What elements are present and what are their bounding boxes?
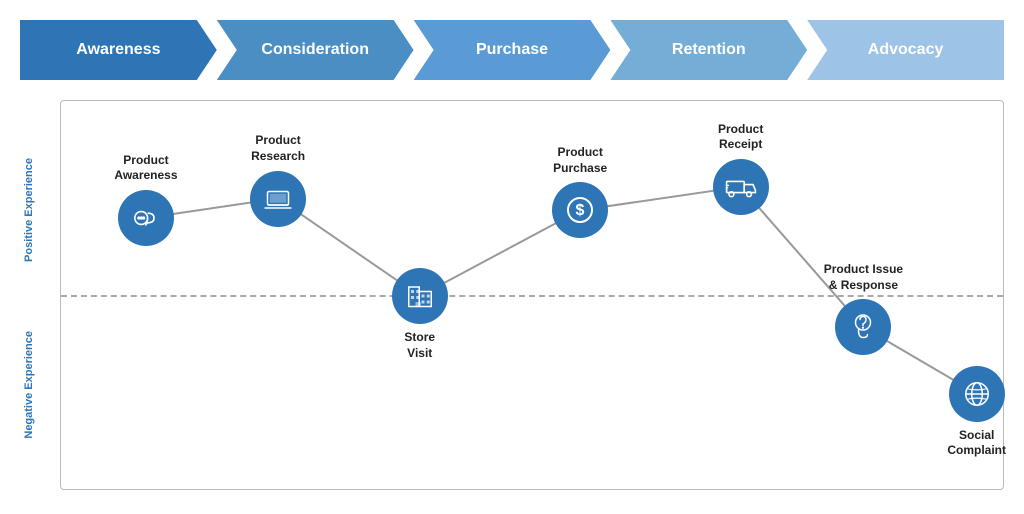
main-container: Awareness Consideration Purchase Retenti… <box>0 0 1024 514</box>
touchpoint-circle-product-purchase: $ <box>552 182 608 238</box>
chart-area: ProductAwareness ProductResearch StoreVi… <box>60 100 1004 490</box>
touchpoint-label-product-purchase: ProductPurchase <box>553 145 607 176</box>
touchpoint-label-store-visit: StoreVisit <box>404 330 435 361</box>
touchpoint-store-visit: StoreVisit <box>392 268 448 324</box>
arrow-consideration: Consideration <box>217 20 414 80</box>
arrow-purchase: Purchase <box>414 20 611 80</box>
touchpoint-circle-social-complaint <box>949 366 1005 422</box>
svg-text:$: $ <box>576 202 585 219</box>
touchpoint-circle-product-research <box>250 171 306 227</box>
touchpoint-circle-store-visit <box>392 268 448 324</box>
arrow-label-purchase: Purchase <box>476 41 548 59</box>
positive-label: Positive Experience <box>20 130 38 290</box>
arrow-label-awareness: Awareness <box>76 41 160 59</box>
touchpoint-circle-product-issue <box>835 299 891 355</box>
touchpoint-label-social-complaint: SocialComplaint <box>947 428 1006 459</box>
negative-label: Negative Experience <box>20 310 38 460</box>
arrow-nav: Awareness Consideration Purchase Retenti… <box>20 10 1004 90</box>
touchpoint-product-receipt: ProductReceipt <box>713 159 769 215</box>
touchpoint-product-awareness: ProductAwareness <box>118 190 174 246</box>
touchpoint-social-complaint: SocialComplaint <box>949 366 1005 422</box>
arrow-advocacy: Advocacy <box>807 20 1004 80</box>
arrow-label-advocacy: Advocacy <box>868 41 944 59</box>
touchpoint-product-issue: Product Issue& Response <box>835 299 891 355</box>
touchpoint-circle-product-receipt <box>713 159 769 215</box>
touchpoint-circle-product-awareness <box>118 190 174 246</box>
journey-path-svg <box>61 101 1003 489</box>
arrow-awareness: Awareness <box>20 20 217 80</box>
arrow-retention: Retention <box>610 20 807 80</box>
journey-area: Positive Experience Negative Experience <box>20 100 1004 490</box>
touchpoint-label-product-research: ProductResearch <box>251 133 305 164</box>
touchpoint-product-purchase: $ ProductPurchase <box>552 182 608 238</box>
touchpoint-label-product-issue: Product Issue& Response <box>824 262 903 293</box>
y-labels: Positive Experience Negative Experience <box>20 100 56 490</box>
arrow-label-consideration: Consideration <box>261 41 369 59</box>
touchpoint-label-product-awareness: ProductAwareness <box>114 153 177 184</box>
arrow-label-retention: Retention <box>672 41 746 59</box>
touchpoint-label-product-receipt: ProductReceipt <box>718 122 763 153</box>
touchpoint-product-research: ProductResearch <box>250 171 306 227</box>
